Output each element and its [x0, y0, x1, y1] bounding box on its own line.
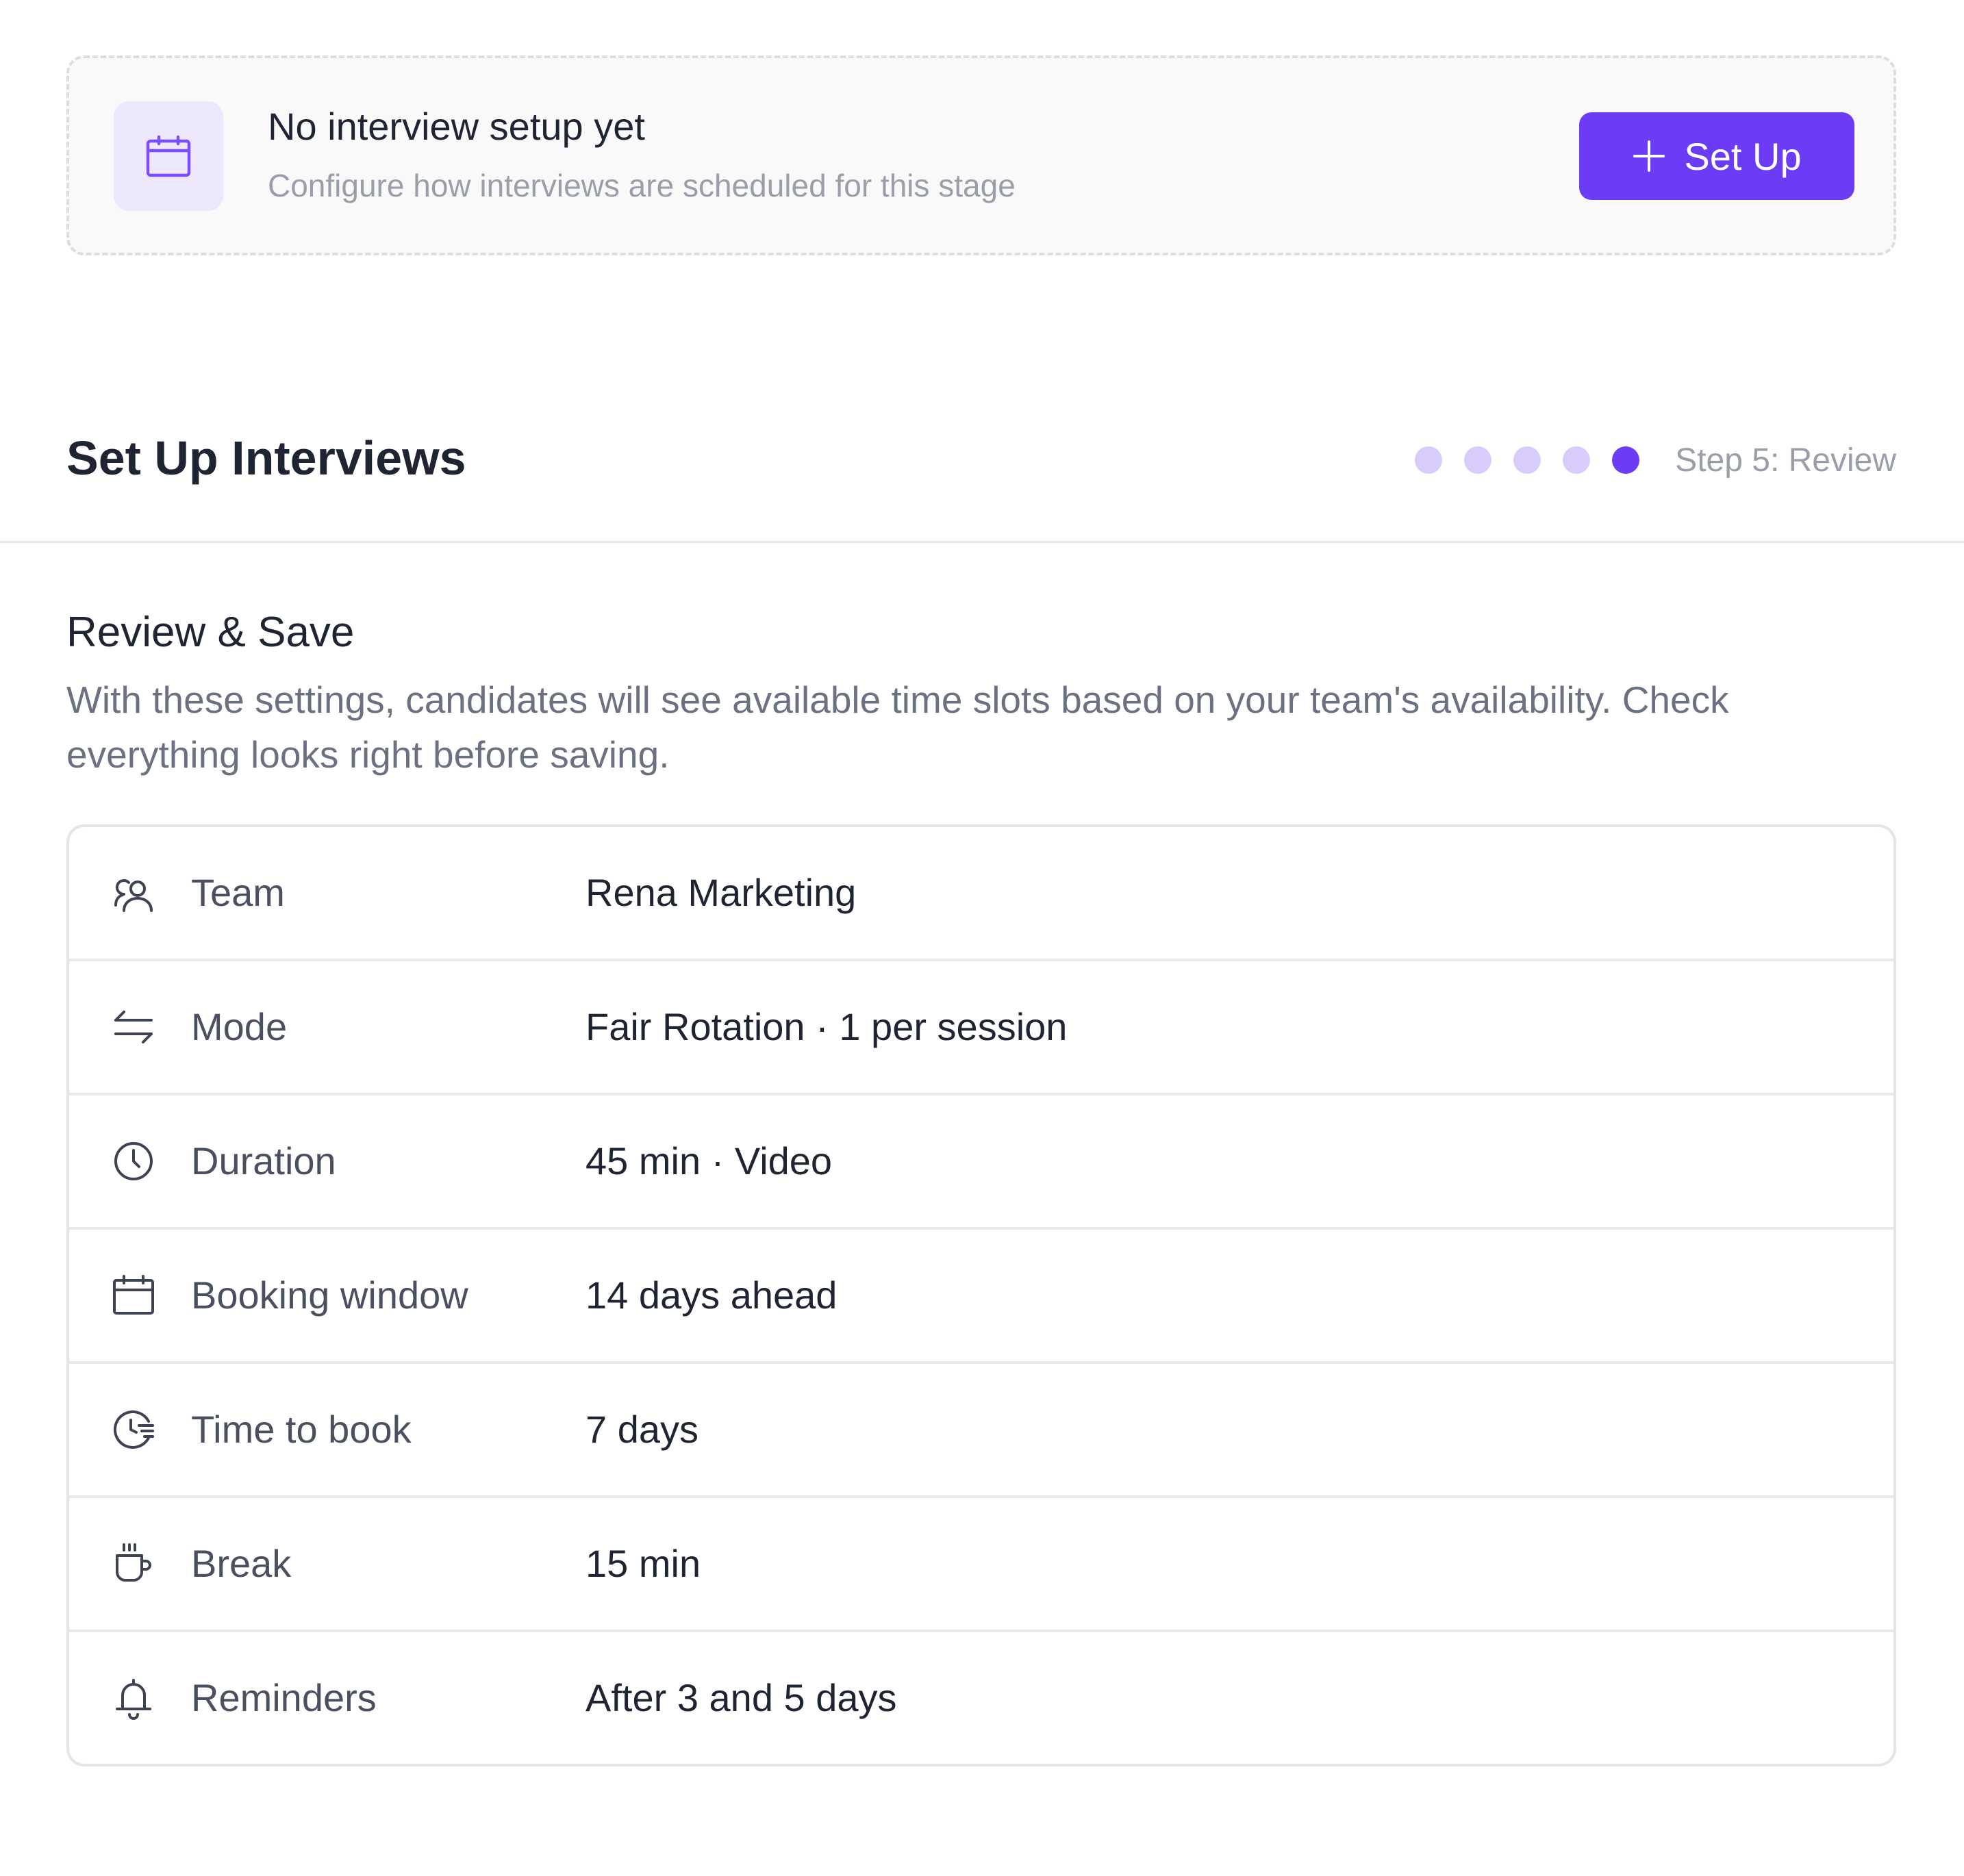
plus-icon — [1632, 139, 1666, 173]
summary-label: Team — [191, 871, 285, 914]
wizard-title: Set Up Interviews — [66, 431, 466, 485]
step-label: Step 5: Review — [1675, 442, 1896, 479]
summary-value: After 3 and 5 days — [586, 1676, 897, 1719]
coffee-cup-icon — [112, 1542, 155, 1586]
summary-label: Break — [191, 1542, 292, 1585]
bell-icon — [112, 1676, 155, 1720]
summary-value: Rena Marketing — [586, 871, 857, 914]
empty-state-title: No interview setup yet — [268, 105, 645, 148]
step-dot-4 — [1563, 446, 1591, 474]
users-icon — [112, 871, 155, 915]
clock-list-icon — [112, 1408, 155, 1452]
clock-icon — [112, 1139, 155, 1183]
empty-state-card: No interview setup yet Configure how int… — [66, 55, 1896, 255]
calendar-icon — [112, 1273, 155, 1317]
summary-table: Team Rena Marketing Mode Fair Rotation ·… — [66, 824, 1896, 1766]
review-title: Review & Save — [66, 609, 355, 656]
summary-row-team: Team Rena Marketing — [69, 827, 1893, 961]
summary-label: Time to book — [191, 1408, 412, 1451]
step-dot-2 — [1464, 446, 1492, 474]
step-indicator: Step 5: Review — [1415, 438, 1896, 482]
summary-label: Duration — [191, 1139, 336, 1182]
step-dot-3 — [1513, 446, 1541, 474]
summary-row-time-to-book: Time to book 7 days — [69, 1364, 1893, 1498]
summary-row-duration: Duration 45 min · Video — [69, 1095, 1893, 1230]
summary-value: 14 days ahead — [586, 1273, 838, 1317]
set-up-button-label: Set Up — [1684, 134, 1802, 178]
step-dot-5-active — [1612, 446, 1640, 474]
summary-value: Fair Rotation · 1 per session — [586, 1005, 1068, 1048]
summary-value: 7 days — [586, 1408, 698, 1451]
summary-row-break: Break 15 min — [69, 1498, 1893, 1632]
set-up-button[interactable]: Set Up — [1579, 112, 1854, 200]
review-description: With these settings, candidates will see… — [66, 679, 1729, 776]
empty-state-subtitle: Configure how interviews are scheduled f… — [268, 168, 1016, 203]
summary-value: 45 min · Video — [586, 1139, 833, 1182]
calendar-icon — [145, 134, 192, 178]
header-divider — [0, 541, 1964, 543]
summary-row-mode: Mode Fair Rotation · 1 per session — [69, 961, 1893, 1095]
summary-label: Reminders — [191, 1676, 377, 1719]
step-dot-1 — [1415, 446, 1443, 474]
summary-label: Mode — [191, 1005, 288, 1048]
arrows-swap-icon — [112, 1005, 155, 1049]
summary-label: Booking window — [191, 1273, 468, 1317]
summary-row-booking-window: Booking window 14 days ahead — [69, 1230, 1893, 1364]
summary-row-reminders: Reminders After 3 and 5 days — [69, 1632, 1893, 1764]
summary-value: 15 min — [586, 1542, 701, 1585]
empty-state-icon-container — [114, 101, 223, 211]
